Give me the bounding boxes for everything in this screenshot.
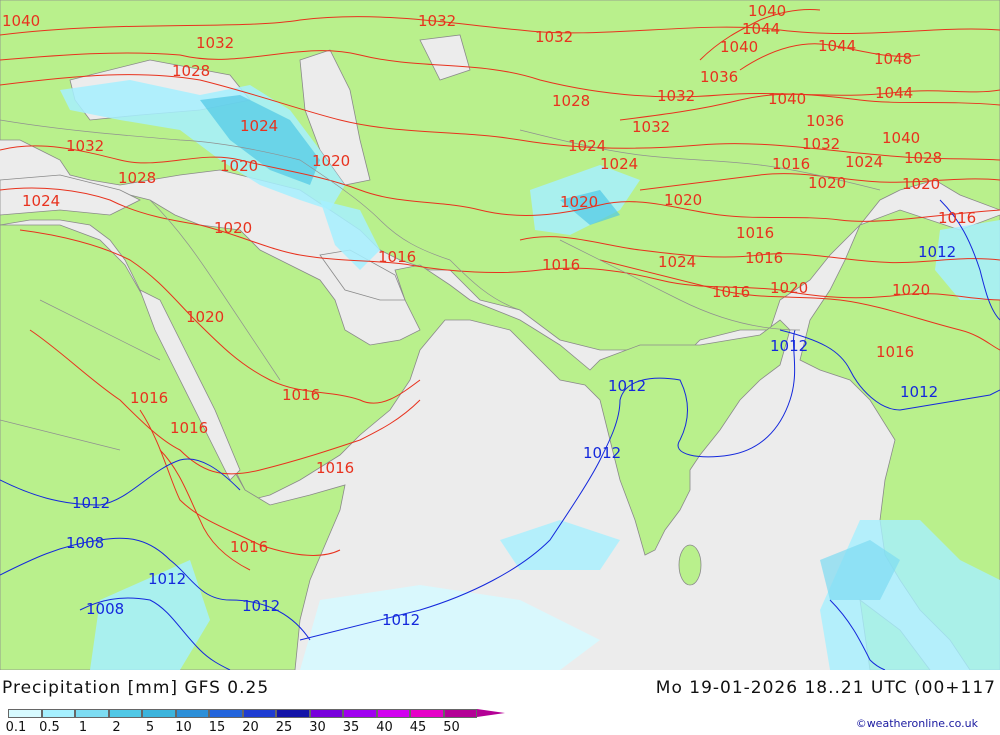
legend-swatch — [41, 709, 75, 718]
isobar-label: 1016 — [542, 256, 580, 274]
isobar-label: 1012 — [900, 383, 938, 401]
isobar-label: 1016 — [170, 419, 208, 437]
legend-swatch — [276, 709, 310, 718]
isobar-label: 1028 — [904, 149, 942, 167]
isobar-label: 1048 — [874, 50, 912, 68]
isobar-label: 1020 — [560, 193, 598, 211]
isobar-label: 1016 — [130, 389, 168, 407]
isobar-label: 1016 — [316, 459, 354, 477]
isobar-label: 1024 — [600, 155, 638, 173]
isobar-label: 1012 — [382, 611, 420, 629]
isobar-label: 1032 — [196, 34, 234, 52]
isobar-label: 1016 — [876, 343, 914, 361]
isobar-label: 1024 — [658, 253, 696, 271]
isobar-label: 1020 — [220, 157, 258, 175]
legend-swatch — [108, 709, 142, 718]
isobar-label: 1012 — [608, 377, 646, 395]
map-title: Precipitation [mm] GFS 0.25 — [2, 678, 270, 698]
legend-swatch — [209, 709, 243, 718]
isobar-label: 1012 — [72, 494, 110, 512]
legend-swatch — [242, 709, 276, 718]
isobar-label: 1044 — [818, 37, 856, 55]
isobar-label: 1040 — [882, 129, 920, 147]
isobar-label: 1024 — [240, 117, 278, 135]
isobar-label: 1040 — [720, 38, 758, 56]
isobar-label: 1032 — [657, 87, 695, 105]
isobar-label: 1016 — [938, 209, 976, 227]
isobar-label: 1012 — [242, 597, 280, 615]
isobar-label: 1016 — [772, 155, 810, 173]
isobar-label: 1012 — [148, 570, 186, 588]
credit-text[interactable]: ©weatheronline.co.uk — [856, 717, 978, 730]
isobar-label: 1012 — [770, 337, 808, 355]
legend-swatch — [443, 709, 477, 718]
legend-swatch — [343, 709, 377, 718]
isobar-label: 1020 — [892, 281, 930, 299]
isobar-label: 1024 — [845, 153, 883, 171]
isobar-label: 1032 — [632, 118, 670, 136]
isobar-label: 1028 — [552, 92, 590, 110]
isobar-label: 1016 — [712, 283, 750, 301]
isobar-label: 1040 — [748, 2, 786, 20]
isobar-label: 1016 — [230, 538, 268, 556]
isobar-label: 1040 — [768, 90, 806, 108]
isobar-label: 1024 — [568, 137, 606, 155]
isobar-label: 1040 — [2, 12, 40, 30]
isobar-label: 1016 — [736, 224, 774, 242]
isobar-label: 1028 — [172, 62, 210, 80]
isobar-label: 1024 — [22, 192, 60, 210]
isobar-label: 1008 — [86, 600, 124, 618]
isobar-label: 1016 — [378, 248, 416, 266]
isobar-label: 1008 — [66, 534, 104, 552]
weather-map: 1040 1032 1032 1032 1028 1024 1032 1020 … — [0, 0, 1000, 670]
isobar-label: 1036 — [806, 112, 844, 130]
isobar-label: 1020 — [770, 279, 808, 297]
isobar-label: 1012 — [583, 444, 621, 462]
legend-swatch — [376, 709, 410, 718]
legend-swatch — [309, 709, 343, 718]
isobar-label: 1032 — [418, 12, 456, 30]
isobar-label: 1020 — [808, 174, 846, 192]
isobar-label: 1016 — [745, 249, 783, 267]
isobar-label: 1020 — [312, 152, 350, 170]
isobar-label: 1020 — [664, 191, 702, 209]
legend-swatch — [175, 709, 209, 718]
isobar-label: 1032 — [802, 135, 840, 153]
legend-swatch — [75, 709, 109, 718]
isobar-label: 1020 — [902, 175, 940, 193]
isobar-label: 1044 — [875, 84, 913, 102]
isobar-label: 1020 — [186, 308, 224, 326]
isobar-label: 1028 — [118, 169, 156, 187]
legend-swatch — [8, 709, 42, 718]
legend-swatch — [410, 709, 444, 718]
isobar-label: 1012 — [918, 243, 956, 261]
isobar-label: 1044 — [742, 20, 780, 38]
isobar-label: 1032 — [535, 28, 573, 46]
legend-arrow-tip — [477, 709, 505, 717]
map-valid-time: Mo 19-01-2026 18..21 UTC (00+117 — [655, 678, 996, 698]
land-sri-lanka — [678, 544, 702, 586]
isobar-label: 1032 — [66, 137, 104, 155]
isobar-label: 1020 — [214, 219, 252, 237]
legend-swatch — [142, 709, 176, 718]
isobar-label: 1036 — [700, 68, 738, 86]
isobar-label: 1016 — [282, 386, 320, 404]
